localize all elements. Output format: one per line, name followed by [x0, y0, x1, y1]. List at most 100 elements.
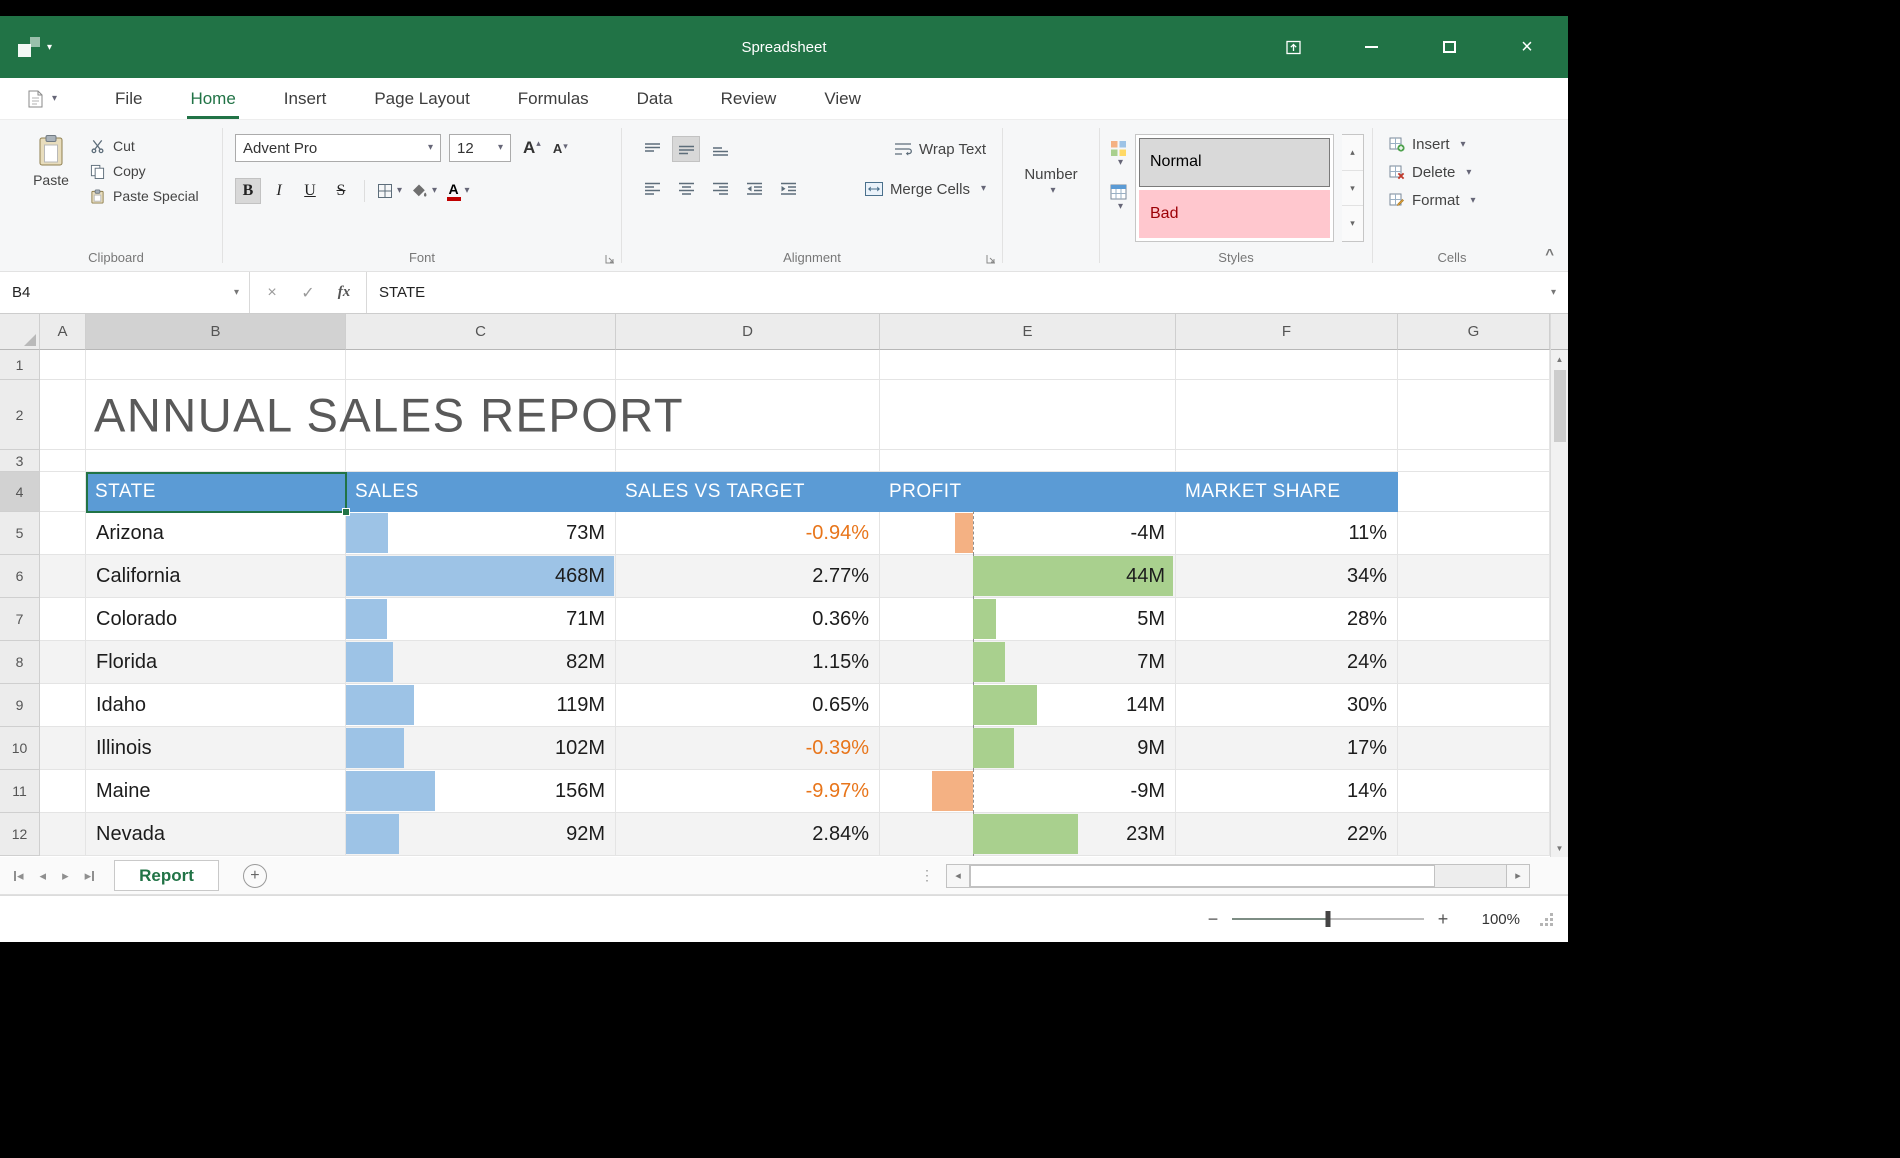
cell-A6[interactable] — [40, 555, 86, 598]
styles-scroll-up-button[interactable]: ▴ — [1342, 135, 1363, 171]
cell-A2[interactable] — [40, 380, 86, 450]
cell-G4[interactable] — [1398, 472, 1550, 512]
cell-B5[interactable]: Arizona — [86, 512, 346, 555]
cell-E3[interactable] — [880, 450, 1176, 472]
cell-C12[interactable]: 92M — [346, 813, 616, 856]
insert-cells-button[interactable]: Insert ▾ — [1389, 136, 1531, 153]
column-header-E[interactable]: E — [880, 314, 1176, 350]
font-family-select[interactable]: Advent Pro ▾ — [235, 134, 441, 162]
row-header-8[interactable]: 8 — [0, 641, 40, 684]
cell-F2[interactable] — [1176, 380, 1398, 450]
fill-handle[interactable] — [342, 508, 350, 516]
cell-B11[interactable]: Maine — [86, 770, 346, 813]
cell-C9[interactable]: 119M — [346, 684, 616, 727]
cell-D3[interactable] — [616, 450, 880, 472]
tab-view[interactable]: View — [809, 78, 876, 119]
cell-F5[interactable]: 11% — [1176, 512, 1398, 555]
styles-scroll-down-button[interactable]: ▾ — [1342, 171, 1363, 207]
font-color-button[interactable]: A ▾ — [444, 178, 472, 204]
ribbon-pin-button[interactable] — [1278, 32, 1308, 62]
align-bottom-button[interactable] — [706, 136, 734, 162]
delete-cells-button[interactable]: Delete ▾ — [1389, 164, 1531, 181]
zoom-out-button[interactable]: − — [1200, 909, 1226, 930]
insert-function-button[interactable]: fx — [326, 284, 362, 301]
zoom-slider-thumb[interactable] — [1326, 911, 1331, 927]
column-header-D[interactable]: D — [616, 314, 880, 350]
cell-D10[interactable]: -0.39% — [616, 727, 880, 770]
style-item-bad[interactable]: Bad — [1139, 190, 1330, 239]
cell-E6[interactable]: 44M — [880, 555, 1176, 598]
underline-button[interactable]: U — [297, 178, 323, 204]
minimize-button[interactable] — [1356, 32, 1386, 62]
cell-B4[interactable]: STATE — [86, 472, 346, 512]
confirm-entry-button[interactable]: ✓ — [290, 283, 326, 303]
align-left-button[interactable] — [638, 176, 666, 202]
style-item-normal[interactable]: Normal — [1139, 138, 1330, 187]
cell-D1[interactable] — [616, 350, 880, 380]
tab-home[interactable]: Home — [175, 78, 250, 119]
cell-G8[interactable] — [1398, 641, 1550, 684]
cell-E8[interactable]: 7M — [880, 641, 1176, 684]
alignment-dialog-launcher[interactable] — [986, 254, 996, 264]
collapse-ribbon-button[interactable]: ^ — [1545, 246, 1554, 263]
paste-button[interactable]: Paste — [20, 128, 82, 204]
borders-button[interactable]: ▾ — [375, 178, 404, 204]
row-header-12[interactable]: 12 — [0, 813, 40, 856]
last-sheet-button[interactable]: ▸ — [85, 868, 95, 884]
app-menu-caret-icon[interactable]: ▾ — [47, 42, 52, 53]
row-header-9[interactable]: 9 — [0, 684, 40, 727]
increase-font-size-button[interactable]: A ▴ — [523, 138, 541, 158]
tab-review[interactable]: Review — [706, 78, 792, 119]
cell-F3[interactable] — [1176, 450, 1398, 472]
row-header-4[interactable]: 4 — [0, 472, 40, 512]
cell-C1[interactable] — [346, 350, 616, 380]
column-header-C[interactable]: C — [346, 314, 616, 350]
tab-splitter-handle[interactable]: ⋮ — [920, 867, 934, 884]
previous-sheet-button[interactable]: ◂ — [40, 868, 47, 884]
cell-E12[interactable]: 23M — [880, 813, 1176, 856]
cell-A5[interactable] — [40, 512, 86, 555]
zoom-level[interactable]: 100% — [1468, 911, 1520, 928]
decrease-indent-button[interactable] — [740, 176, 768, 202]
cell-F1[interactable] — [1176, 350, 1398, 380]
number-format-button[interactable]: Number ▾ — [1003, 166, 1099, 196]
cut-button[interactable]: Cut — [90, 138, 199, 154]
vscroll-thumb[interactable] — [1554, 370, 1566, 442]
cell-C3[interactable] — [346, 450, 616, 472]
cell-F8[interactable]: 24% — [1176, 641, 1398, 684]
cell-D9[interactable]: 0.65% — [616, 684, 880, 727]
cell-B12[interactable]: Nevada — [86, 813, 346, 856]
tab-insert[interactable]: Insert — [269, 78, 342, 119]
horizontal-scrollbar[interactable] — [970, 864, 1506, 888]
bold-button[interactable]: B — [235, 178, 261, 204]
row-header-2[interactable]: 2 — [0, 380, 40, 450]
cell-G11[interactable] — [1398, 770, 1550, 813]
cell-G7[interactable] — [1398, 598, 1550, 641]
cancel-entry-button[interactable]: × — [254, 284, 290, 302]
resize-grip[interactable] — [1538, 911, 1554, 927]
cell-E10[interactable]: 9M — [880, 727, 1176, 770]
formula-bar-expand-icon[interactable]: ▾ — [1551, 272, 1556, 313]
cell-B9[interactable]: Idaho — [86, 684, 346, 727]
document-menu-button[interactable]: ▾ — [28, 78, 57, 119]
cell-C11[interactable]: 156M — [346, 770, 616, 813]
cell-D6[interactable]: 2.77% — [616, 555, 880, 598]
row-header-10[interactable]: 10 — [0, 727, 40, 770]
cell-B2[interactable]: ANNUAL SALES REPORT — [86, 380, 346, 450]
cell-E5[interactable]: -4M — [880, 512, 1176, 555]
fill-color-button[interactable]: ▾ — [409, 178, 439, 204]
align-center-button[interactable] — [672, 176, 700, 202]
cell-G12[interactable] — [1398, 813, 1550, 856]
cell-E1[interactable] — [880, 350, 1176, 380]
cell-D4[interactable]: SALES VS TARGET — [616, 472, 880, 512]
hscroll-thumb[interactable] — [970, 865, 1435, 887]
cell-A4[interactable] — [40, 472, 86, 512]
cell-B10[interactable]: Illinois — [86, 727, 346, 770]
increase-indent-button[interactable] — [774, 176, 802, 202]
cell-G5[interactable] — [1398, 512, 1550, 555]
row-header-7[interactable]: 7 — [0, 598, 40, 641]
align-middle-button[interactable] — [672, 136, 700, 162]
hscroll-right-button[interactable]: ▸ — [1506, 864, 1530, 888]
cell-C7[interactable]: 71M — [346, 598, 616, 641]
cell-G6[interactable] — [1398, 555, 1550, 598]
